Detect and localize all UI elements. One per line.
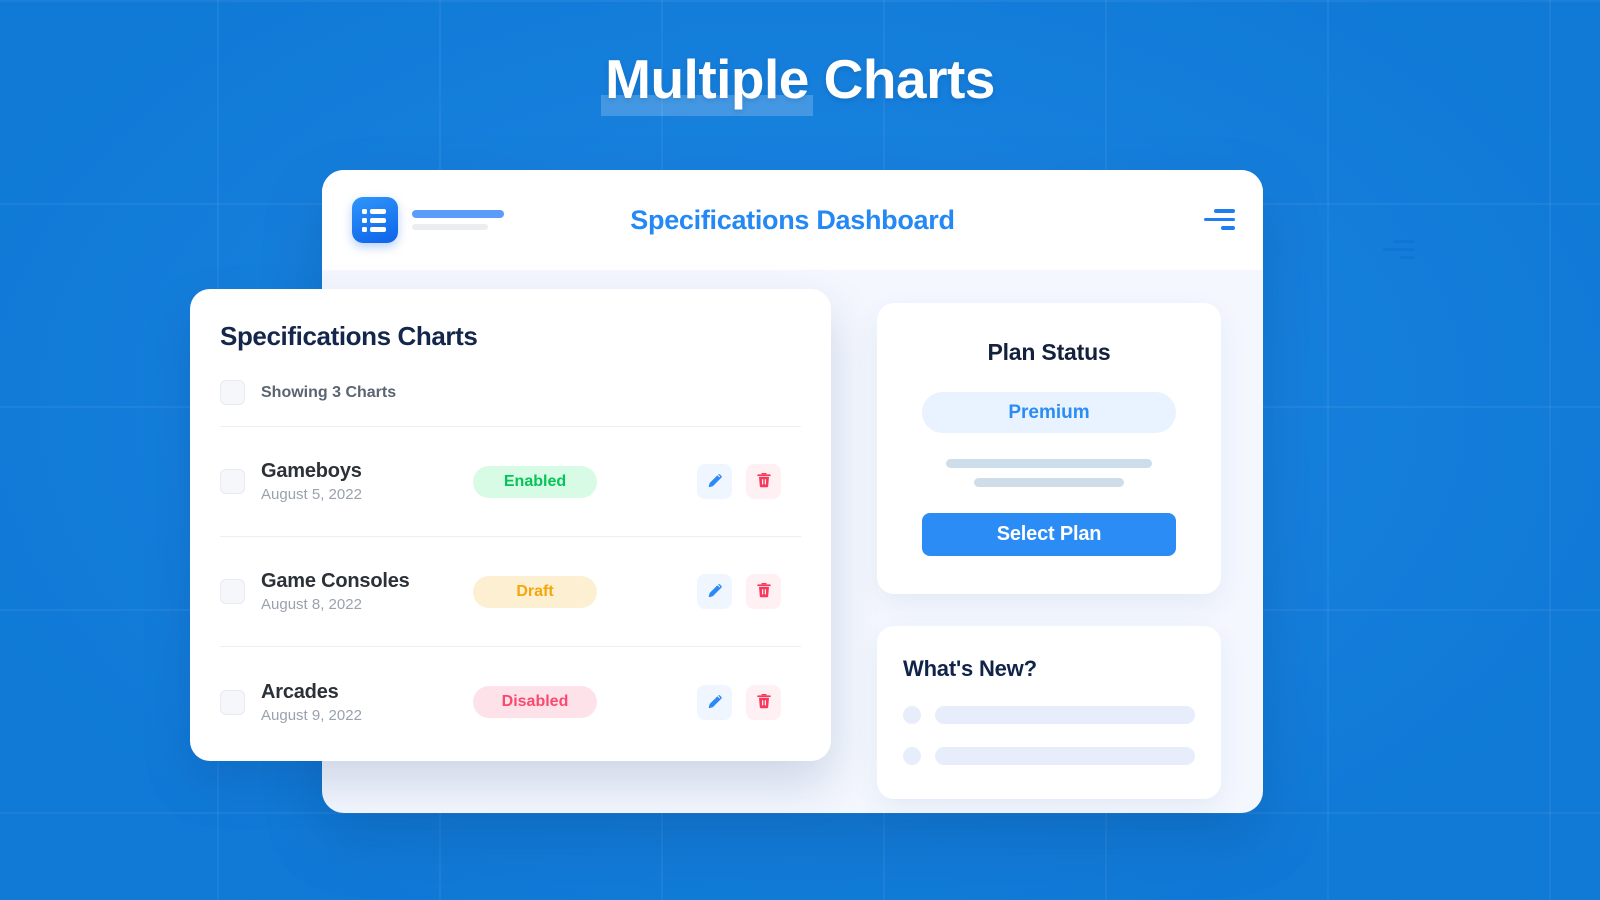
table-row: Arcades August 9, 2022 Disabled: [220, 647, 801, 757]
row-text: Game Consoles August 8, 2022: [261, 570, 457, 613]
hero-banner: Multiple Charts: [0, 47, 1600, 116]
page-title-text: Multiple Charts: [605, 48, 995, 110]
trash-icon: [754, 470, 774, 493]
row-actions: [697, 684, 801, 720]
plan-placeholder-bars: [922, 459, 1176, 487]
row-actions: [697, 464, 801, 499]
showing-count-row: Showing 3 Charts: [220, 380, 801, 427]
row-checkbox[interactable]: [220, 579, 245, 604]
row-checkbox[interactable]: [220, 689, 245, 715]
row-title: Game Consoles: [261, 570, 410, 592]
status-badge: Disabled: [473, 686, 597, 718]
showing-count-label: Showing 3 Charts: [261, 383, 397, 401]
list-item-bullet: [903, 706, 921, 724]
edit-button[interactable]: [697, 684, 732, 720]
table-row: Game Consoles August 8, 2022 Draft: [220, 537, 801, 647]
status-badge: Enabled: [473, 465, 597, 498]
whats-new-list: [903, 706, 1195, 765]
row-text: Arcades August 9, 2022: [261, 681, 457, 724]
plan-status-title: Plan Status: [987, 339, 1111, 365]
status-badge: Draft: [473, 575, 597, 608]
pencil-icon: [705, 470, 725, 493]
row-actions: [697, 574, 801, 609]
edit-button[interactable]: [697, 574, 732, 609]
whats-new-card: What's New?: [877, 626, 1221, 799]
specifications-charts-card: Specifications Charts Showing 3 Charts G…: [190, 289, 831, 761]
pencil-icon: [705, 691, 725, 714]
delete-button[interactable]: [746, 464, 781, 499]
dashboard-title: Specifications Dashboard: [630, 204, 955, 235]
plan-badge: Premium: [922, 392, 1176, 433]
list-item-bullet: [903, 747, 921, 765]
status-cell: Enabled: [473, 465, 658, 498]
list-item-placeholder: [935, 706, 1195, 724]
row-date: August 5, 2022: [261, 486, 362, 503]
list-item: [903, 747, 1195, 765]
row-title: Arcades: [261, 680, 339, 703]
select-all-checkbox[interactable]: [220, 380, 245, 405]
ghost-hamburger-menu-icon: [1379, 240, 1415, 262]
row-text: Gameboys August 5, 2022: [261, 460, 457, 503]
plan-status-card: Plan Status Premium Select Plan: [877, 303, 1221, 594]
list-item-placeholder: [935, 747, 1195, 765]
hamburger-menu-icon[interactable]: [1201, 209, 1235, 231]
trash-icon: [754, 580, 774, 603]
trash-icon: [754, 691, 774, 714]
row-checkbox[interactable]: [220, 469, 245, 494]
delete-button[interactable]: [746, 684, 781, 720]
charts-card-title: Specifications Charts: [220, 321, 478, 351]
charts-list: Gameboys August 5, 2022 Enabled Game Consol…: [220, 427, 801, 757]
edit-button[interactable]: [697, 464, 732, 499]
dashboard-header: Specifications Dashboard: [322, 170, 1263, 270]
pencil-icon: [705, 580, 725, 603]
status-cell: Draft: [473, 575, 658, 608]
whats-new-title: What's New?: [903, 656, 1037, 681]
page-title: Multiple Charts: [601, 47, 995, 116]
status-cell: Disabled: [473, 686, 658, 718]
right-column: Plan Status Premium Select Plan What's N…: [877, 303, 1221, 799]
row-title: Gameboys: [261, 460, 362, 482]
row-date: August 8, 2022: [261, 596, 362, 613]
row-date: August 9, 2022: [261, 706, 362, 724]
table-row: Gameboys August 5, 2022 Enabled: [220, 427, 801, 537]
list-item: [903, 706, 1195, 724]
select-plan-button[interactable]: Select Plan: [922, 513, 1176, 556]
delete-button[interactable]: [746, 574, 781, 609]
